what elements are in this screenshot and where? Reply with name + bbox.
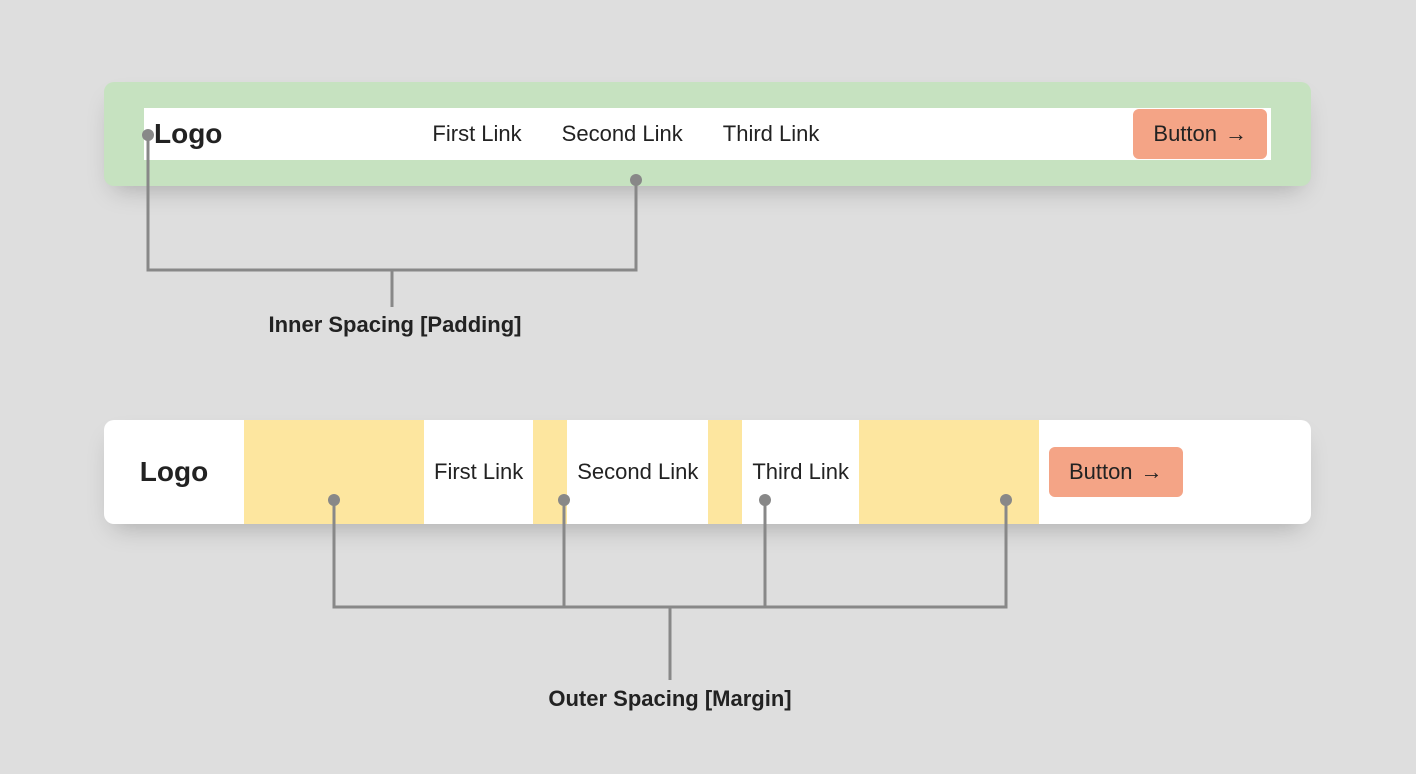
nav-link-1[interactable]: First Link	[432, 121, 521, 147]
diagram-canvas: Logo First Link Second Link Third Link B…	[0, 0, 1416, 774]
nav-links: First Link Second Link Third Link	[432, 121, 819, 147]
nav-link-3[interactable]: Third Link	[723, 121, 820, 147]
logo-text: Logo	[154, 118, 222, 150]
navbar-padding-example: Logo First Link Second Link Third Link B…	[104, 82, 1311, 186]
caption-padding: Inner Spacing [Padding]	[195, 312, 595, 338]
margin-gap	[244, 420, 424, 524]
margin-gap	[859, 420, 1039, 524]
nav-link-3[interactable]: Third Link	[742, 420, 859, 524]
nav-link-1[interactable]: First Link	[424, 420, 533, 524]
margin-gap	[533, 420, 567, 524]
cta-button[interactable]: Button →	[1133, 109, 1267, 159]
cta-button[interactable]: Button →	[1049, 447, 1183, 497]
navbar-content-row: Logo First Link Second Link Third Link B…	[144, 108, 1271, 160]
cta-button-cell: Button →	[1039, 420, 1193, 524]
nav-link-2[interactable]: Second Link	[562, 121, 683, 147]
arrow-icon: →	[1141, 459, 1163, 485]
navbar-margin-example: Logo First Link Second Link Third Link B…	[104, 420, 1311, 524]
caption-margin: Outer Spacing [Margin]	[470, 686, 870, 712]
cta-button-label: Button	[1153, 121, 1217, 147]
cta-button-label: Button	[1069, 459, 1133, 485]
logo-text: Logo	[104, 420, 244, 524]
margin-gap	[708, 420, 742, 524]
arrow-icon: →	[1225, 121, 1247, 147]
nav-link-2[interactable]: Second Link	[567, 420, 708, 524]
